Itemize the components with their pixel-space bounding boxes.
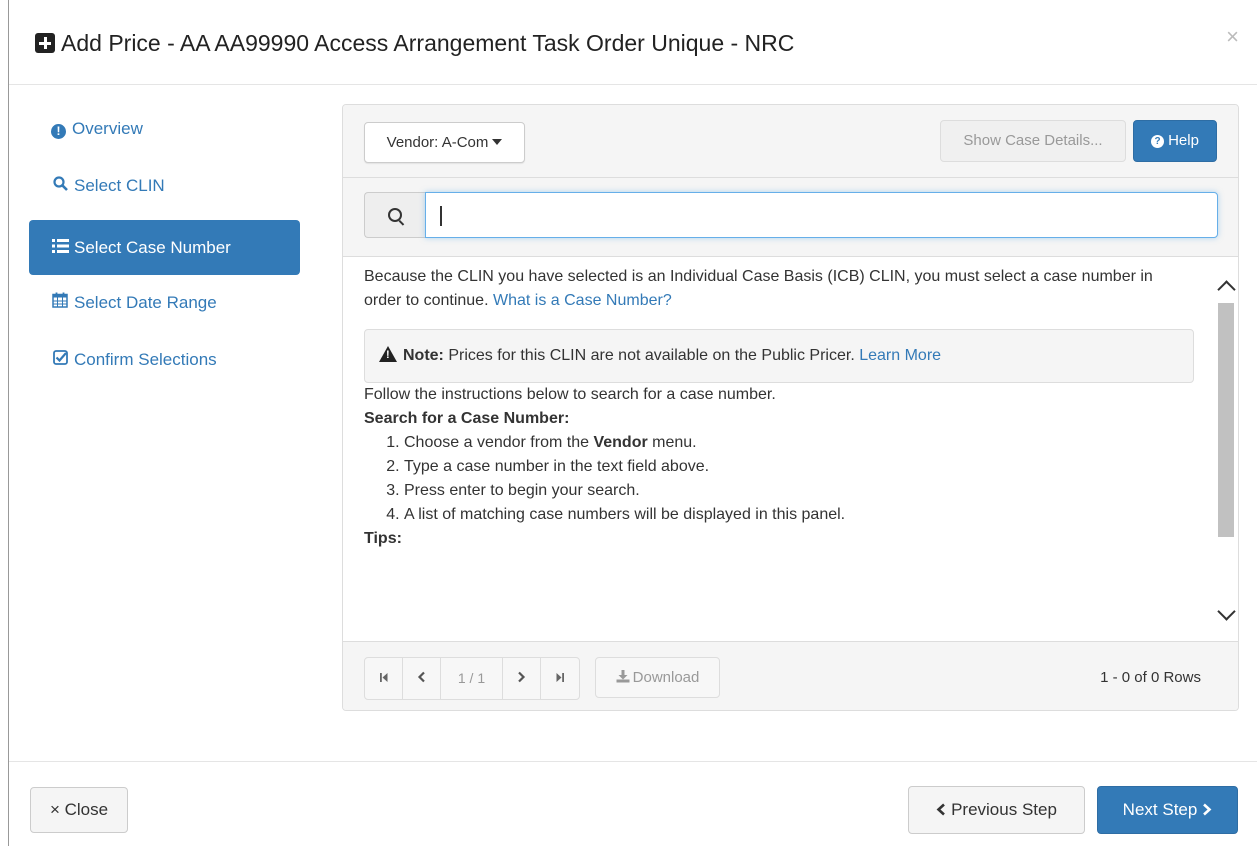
- chevron-left-icon: [936, 803, 945, 816]
- panel-toolbar: Vendor: A-Com Show Case Details... ? Help: [343, 105, 1238, 178]
- follow-instructions-text: Follow the instructions below to search …: [364, 386, 776, 403]
- warning-icon: [379, 346, 397, 362]
- first-page-icon: [379, 673, 387, 682]
- help-button[interactable]: ? Help: [1133, 120, 1217, 162]
- close-icon[interactable]: ×: [1226, 24, 1239, 50]
- scroll-up-arrow-icon[interactable]: [1217, 280, 1236, 299]
- last-page-icon: [556, 673, 564, 682]
- question-circle-icon: ?: [1151, 135, 1165, 148]
- last-page-button[interactable]: [541, 658, 579, 699]
- case-number-panel: Vendor: A-Com Show Case Details... ? Help…: [342, 104, 1239, 711]
- page-indicator: 1 / 1: [441, 658, 503, 699]
- first-page-button[interactable]: [365, 658, 403, 699]
- download-button[interactable]: Download: [595, 657, 720, 698]
- nav-item-label: Select Case Number: [74, 238, 231, 257]
- nav-item-label: Select CLIN: [74, 176, 165, 195]
- list-item: Type a case number in the text field abo…: [404, 455, 1194, 479]
- list-item: A list of matching case numbers will be …: [404, 503, 1194, 527]
- learn-more-link[interactable]: Learn More: [859, 347, 941, 364]
- vendor-dropdown-label: Vendor: A-Com: [386, 134, 489, 151]
- instructions-scroll-area[interactable]: Because the CLIN you have selected is an…: [343, 255, 1238, 641]
- nav-item-confirm-selections[interactable]: Confirm Selections: [29, 337, 300, 383]
- download-icon: [616, 670, 630, 683]
- search-addon: [364, 192, 425, 238]
- list-item: Press enter to begin your search.: [404, 479, 1194, 503]
- text-cursor: [440, 206, 442, 226]
- wizard-nav: ! Overview Select CLIN Select Case Number…: [29, 106, 300, 394]
- modal-title-text: Add Price - AA AA99990 Access Arrangemen…: [61, 30, 795, 56]
- nav-item-overview[interactable]: ! Overview: [29, 106, 300, 152]
- exclamation-circle-icon: !: [51, 124, 66, 139]
- close-button[interactable]: × Close: [30, 787, 128, 833]
- what-is-case-number-link[interactable]: What is a Case Number?: [493, 292, 672, 309]
- previous-step-label: Previous Step: [951, 800, 1057, 819]
- note-text: Prices for this CLIN are not available o…: [448, 347, 855, 364]
- vendor-dropdown-button[interactable]: Vendor: A-Com: [364, 122, 525, 163]
- search-icon: [51, 163, 69, 209]
- previous-step-button[interactable]: Previous Step: [908, 786, 1085, 834]
- list-icon: [51, 220, 69, 275]
- nav-item-select-date-range[interactable]: Select Date Range: [29, 280, 300, 326]
- list-item: Choose a vendor from the Vendor menu.: [404, 431, 1194, 455]
- vertical-scrollbar[interactable]: [1214, 255, 1238, 641]
- nav-item-label: Overview: [72, 119, 143, 138]
- rows-count: 1 - 0 of 0 Rows: [1100, 669, 1201, 686]
- search-row: [343, 178, 1238, 257]
- search-heading: Search for a Case Number:: [364, 410, 570, 427]
- modal-title: Add Price - AA AA99990 Access Arrangemen…: [35, 30, 794, 57]
- intro-text: Because the CLIN you have selected is an…: [364, 268, 1153, 309]
- intro-paragraph: Because the CLIN you have selected is an…: [364, 265, 1194, 313]
- modal-footer: × Close Previous Step Next Step: [9, 761, 1257, 847]
- chevron-right-icon: [518, 671, 526, 683]
- instructions-content: Because the CLIN you have selected is an…: [364, 265, 1194, 551]
- nav-item-select-case-number[interactable]: Select Case Number: [29, 220, 300, 275]
- case-number-search-input[interactable]: [425, 192, 1218, 238]
- help-button-label: Help: [1168, 132, 1199, 149]
- panel-footer: 1 / 1 Download 1 - 0 of 0 Rows: [343, 641, 1238, 710]
- nav-item-select-clin[interactable]: Select CLIN: [29, 163, 300, 209]
- plus-square-icon: [35, 33, 55, 53]
- search-icon: [388, 208, 402, 222]
- caret-down-icon: [492, 139, 503, 145]
- calendar-icon: [51, 280, 69, 326]
- prev-page-button[interactable]: [403, 658, 441, 699]
- next-page-button[interactable]: [503, 658, 541, 699]
- next-step-label: Next Step: [1122, 800, 1198, 819]
- modal-header: Add Price - AA AA99990 Access Arrangemen…: [9, 0, 1257, 85]
- nav-item-label: Select Date Range: [74, 293, 217, 312]
- download-label: Download: [632, 669, 700, 686]
- show-case-details-button[interactable]: Show Case Details...: [940, 120, 1126, 162]
- search-steps-list: Choose a vendor from the Vendor menu. Ty…: [364, 431, 1194, 527]
- chevron-right-icon: [1203, 803, 1212, 816]
- scroll-down-arrow-icon[interactable]: [1217, 602, 1236, 621]
- check-square-icon: [51, 337, 69, 383]
- public-pricer-note: Note: Prices for this CLIN are not avail…: [364, 329, 1194, 383]
- modal-left-border: [8, 0, 9, 846]
- tips-heading: Tips:: [364, 530, 402, 547]
- note-label: Note:: [403, 347, 444, 364]
- scrollbar-thumb[interactable]: [1218, 303, 1234, 537]
- nav-item-label: Confirm Selections: [74, 350, 217, 369]
- chevron-left-icon: [417, 671, 425, 683]
- next-step-button[interactable]: Next Step: [1097, 786, 1238, 834]
- pagination: 1 / 1: [364, 657, 580, 700]
